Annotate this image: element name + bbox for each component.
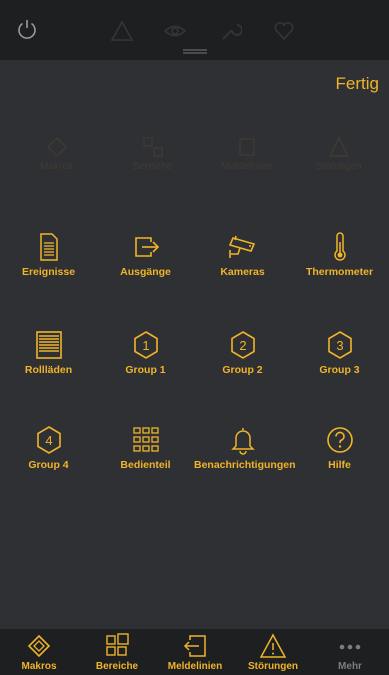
bottom-tab-bar: Makros Bereiche Meldelinien Störungen Me… [0,629,389,675]
hexagon-3-icon: 3 [327,331,352,359]
grid-item-label: Kameras [220,266,265,278]
grid-item-thermometer[interactable]: Thermometer [291,232,388,278]
hexagon-number: 1 [142,338,149,353]
hexagon-number: 4 [45,433,52,448]
more-dots-icon [339,644,361,650]
thermometer-icon [333,232,346,261]
grid-item-hilfe[interactable]: Hilfe [291,425,388,471]
zone-entry-icon [183,635,206,657]
grid-item-group-4[interactable]: 4 Group 4 [0,425,97,471]
wrench-icon [222,24,242,40]
keypad-icon [132,427,159,452]
hexagon-number: 3 [336,338,343,353]
document-icon [39,233,58,261]
drag-handle[interactable] [183,49,207,54]
warning-icon [259,633,287,658]
grid-item-label: Group 2 [222,364,263,376]
hexagon-2-icon: 2 [230,331,255,359]
faded-label: Bereiche [132,161,173,172]
tab-label: Meldelinien [167,661,223,672]
grid-item-label: Group 1 [125,364,166,376]
grid-item-rolllaeden[interactable]: Rollläden [0,330,97,376]
bell-icon [230,428,255,455]
tab-label: Störungen [248,661,298,672]
grid-item-ausgaenge[interactable]: Ausgänge [97,232,194,278]
tab-meldelinien[interactable]: Meldelinien [156,633,234,672]
tab-bereiche[interactable]: Bereiche [78,633,156,672]
grid-item-label: Group 3 [319,364,360,376]
grid-item-bedienteil[interactable]: Bedienteil [97,425,194,471]
grid-item-group-3[interactable]: 3 Group 3 [291,330,388,376]
eye-icon [163,25,187,37]
camera-icon [228,235,255,258]
faded-placeholder-row: Makros Bereiche Meldelinien Störungen [0,136,389,186]
done-button[interactable]: Fertig [336,74,379,94]
faded-item: Meldelinien [198,136,295,172]
macro-diamond-icon [27,634,51,658]
tab-label: Mehr [338,661,362,672]
grid-item-label: Group 4 [28,459,69,471]
heart-icon [274,21,294,41]
grid-item-ereignisse[interactable]: Ereignisse [0,232,97,278]
grid-item-label: Bedienteil [120,459,171,471]
hexagon-number: 2 [239,338,246,353]
grid-item-label: Rollläden [24,364,73,376]
grid-item-label: Benachrichtigungen [194,459,296,471]
tab-label: Makros [21,661,57,672]
tab-stoerungen[interactable]: Störungen [234,633,312,672]
grid-item-label: Ausgänge [120,266,171,278]
warning-icon [328,136,349,157]
faded-label: Meldelinien [221,161,272,172]
grid-item-label: Hilfe [328,459,351,471]
tab-label: Bereiche [95,661,139,672]
grid-item-group-1[interactable]: 1 Group 1 [97,330,194,376]
grid-item-kameras[interactable]: Kameras [194,232,291,278]
areas-grid-icon [106,633,129,656]
zone-entry-icon [238,138,255,156]
shutter-icon [35,331,62,359]
grid-item-group-2[interactable]: 2 Group 2 [194,330,291,376]
faded-item: Bereiche [104,136,201,172]
faded-label: Makros [40,161,73,172]
power-icon[interactable] [16,18,38,40]
warning-icon [110,20,134,41]
grid-item-label: Ereignisse [21,266,76,278]
tab-makros[interactable]: Makros [0,633,78,672]
hexagon-4-icon: 4 [36,426,61,454]
hexagon-1-icon: 1 [133,331,158,359]
exit-arrow-icon [134,237,159,257]
top-bar [0,0,389,60]
grid-item-benachrichtigungen[interactable]: Benachrichtigungen [194,425,296,471]
help-icon [326,427,353,453]
grid-item-label: Thermometer [305,266,374,278]
tab-mehr[interactable]: Mehr [311,633,389,672]
faded-label: Störungen [315,161,362,172]
faded-item: Störungen [290,136,387,172]
areas-grid-icon [142,137,163,157]
faded-item: Makros [8,136,105,172]
macro-diamond-icon [46,136,67,158]
